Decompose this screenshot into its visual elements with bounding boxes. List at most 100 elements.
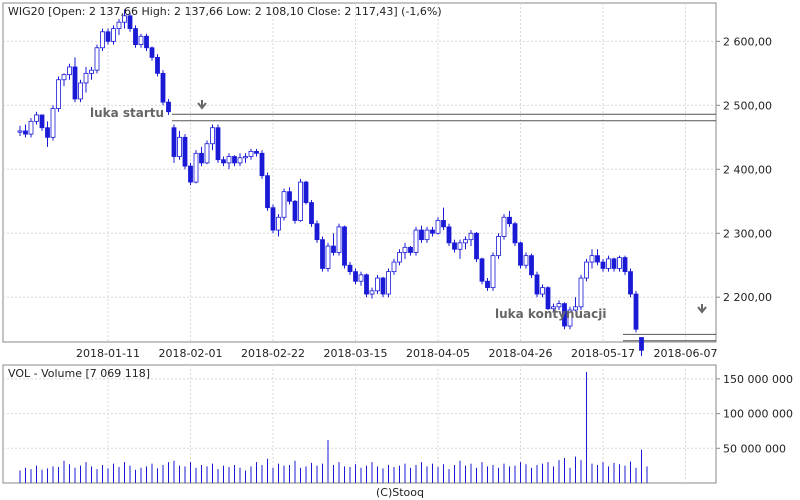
start-gap-label: luka startu [90,106,164,120]
candle-body [424,229,430,241]
candle-body [111,28,116,42]
candle-body [397,252,402,263]
candle-body [430,229,435,234]
candle-body [171,127,177,157]
candle-body [342,226,347,266]
candle-body [138,35,144,45]
stock-chart: 2 200,00 2 300,00 2 400,00 2 500,00 2 600,00… [2,2,793,499]
candle-body [94,47,100,71]
candle-body [254,150,259,154]
candle-body [67,66,72,76]
candle-body [45,127,50,138]
candle-body [243,156,248,159]
candle-body [375,277,380,292]
candle-body [248,150,254,157]
candle-body [28,120,34,135]
candle-body [595,255,600,263]
candle-body [281,191,287,218]
candle-body [463,239,468,244]
candle-body [89,69,94,74]
candle-body [39,114,45,129]
candle-body [391,261,397,273]
candle-body [606,258,611,269]
candle-body [611,258,617,269]
candle-body [364,274,369,295]
chart-container: 2 200,00 2 300,00 2 400,00 2 500,00 2 600,00… [0,0,800,500]
candle-body [72,66,78,100]
candle-body [479,258,485,282]
candle-body [199,152,204,164]
y-tick-label: 2 600,00 [723,35,772,48]
candle-body [413,229,419,253]
candle-body [435,220,441,234]
candle-body [61,74,67,81]
x-tick-label: 2018-02-22 [241,347,305,360]
x-tick-label: 2018-04-05 [406,347,470,360]
y-tick-label: 50 000 000 [723,442,786,455]
candle-body [287,191,292,202]
candle-body [584,261,589,279]
continuation-gap-label: luka kontynuacji [495,307,606,321]
x-tick-label: 2018-05-17 [571,347,635,360]
candle-body [386,271,391,295]
x-tick-label: 2018-01-11 [76,347,140,360]
candle-body [204,143,210,164]
candle-body [259,152,265,177]
candle-body [188,165,193,183]
candle-body [380,277,386,295]
candle-body [303,181,309,203]
candle-body [210,127,215,145]
candle-body [419,229,424,241]
candle-body [116,21,122,29]
candle-body [628,271,633,295]
candle-body [155,56,160,74]
candle-body [600,261,606,269]
candle-body [523,255,529,266]
candle-body [545,287,551,310]
x-tick-label: 2018-06-07 [654,347,718,360]
candle-body [402,246,408,253]
candle-body [589,255,595,263]
candle-body [501,216,507,237]
candle-body [160,72,166,103]
candle-body [149,47,155,58]
price-header: WIG20 [Open: 2 137,66 High: 2 137,66 Low… [8,5,442,18]
candle-body [490,255,496,289]
candle-body [578,277,584,308]
volume-y-axis: 50 000 000 100 000 000 150 000 000 [716,373,793,455]
candle-body [617,257,622,269]
y-tick-label: 100 000 000 [723,408,793,421]
candle-body [369,290,375,295]
x-tick-label: 2018-03-15 [324,347,388,360]
price-panel [2,2,717,343]
x-tick-label: 2018-02-01 [159,347,223,360]
candle-body [320,239,325,269]
candle-body [331,245,336,253]
candle-body [56,79,61,109]
y-tick-label: 2 200,00 [723,291,772,304]
candle-body [193,152,199,183]
candle-body [353,271,358,282]
candle-body [133,28,138,45]
candle-body [298,181,303,221]
y-tick-label: 2 400,00 [723,163,772,176]
candle-body [34,114,39,122]
footer-copyright: (C)Stooq [376,486,424,499]
candle-body [23,130,28,135]
candle-body [215,127,221,161]
candle-body [314,223,320,241]
candle-body [17,130,23,133]
candle-body [529,255,534,276]
candle-body [474,232,479,260]
candle-body [452,242,457,250]
y-tick-label: 2 500,00 [723,99,772,112]
candle-body [540,287,545,295]
price-y-axis: 2 200,00 2 300,00 2 400,00 2 500,00 2 600,00 [716,35,772,304]
candle-body [100,31,105,49]
candle-body [468,232,474,241]
x-tick-label: 2018-04-26 [489,347,553,360]
candle-body [276,216,281,231]
x-axis: 2018-01-11 2018-02-01 2018-02-22 2018-03-15… [76,347,717,360]
volume-panel [2,364,717,484]
candle-body [83,72,89,84]
